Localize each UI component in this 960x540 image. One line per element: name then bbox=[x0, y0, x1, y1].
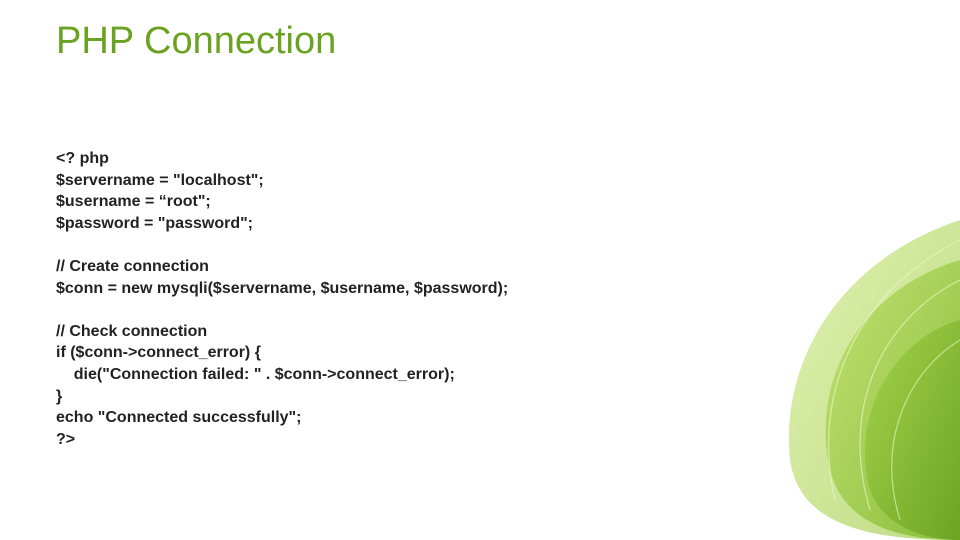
leaf-decoration bbox=[660, 200, 960, 540]
code-block: <? php $servername = "localhost"; $usern… bbox=[56, 148, 508, 450]
slide: PHP Connection <? php $servername = "loc… bbox=[0, 0, 960, 540]
slide-title: PHP Connection bbox=[56, 20, 336, 63]
